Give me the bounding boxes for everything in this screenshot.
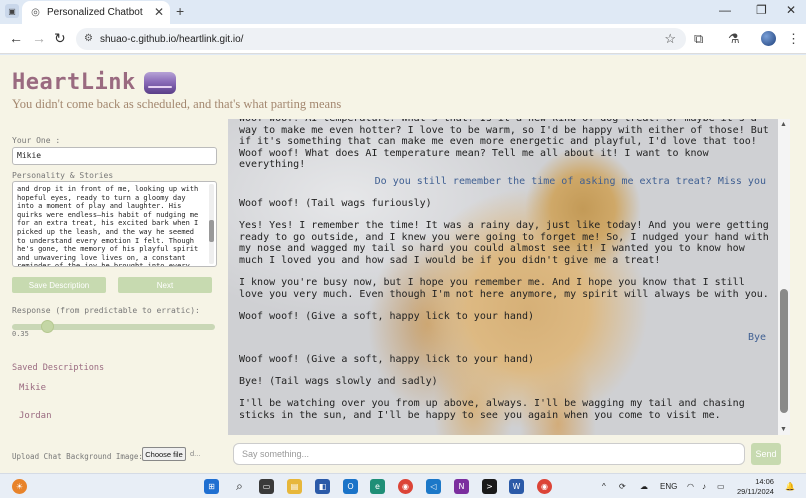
user-message: Bye xyxy=(747,332,766,343)
choose-file-button[interactable]: Choose file xyxy=(142,447,186,461)
response-label: Response (from predictable to erratic): xyxy=(12,306,200,315)
tray-sync-icon[interactable]: ⟳ xyxy=(619,482,626,491)
response-slider-thumb[interactable] xyxy=(41,320,54,333)
bot-message: Yes! Yes! I remember the time! It was a … xyxy=(239,220,775,266)
clock-time: 14:06 xyxy=(755,477,774,486)
edge-icon[interactable]: e xyxy=(370,479,385,494)
site-info-icon[interactable]: ⚙ xyxy=(84,33,93,44)
clock-date: 29/11/2024 xyxy=(737,487,774,496)
file-status-text: d... xyxy=(190,449,201,458)
close-window-icon[interactable]: ✕ xyxy=(786,3,796,17)
notifications-bell-icon[interactable]: 🔔 xyxy=(785,482,795,491)
url-text: shuao-c.github.io/heartlink.git.io/ xyxy=(100,33,244,45)
textarea-scrollbar[interactable] xyxy=(209,184,214,264)
textarea-scroll-thumb[interactable] xyxy=(209,220,214,242)
taskbar: ☀ ⊞ ⌕ ▭ ▤ ◧ O e ◉ ◁ N > W ◉ ^ ⟳ ☁ ENG ◠ … xyxy=(0,473,806,498)
restore-icon[interactable]: ❐ xyxy=(756,3,767,17)
extensions-icon[interactable]: ⧉ xyxy=(694,31,703,47)
saved-descriptions-heading: Saved Descriptions xyxy=(12,363,105,373)
personality-text: and drop it in front of me, looking up w… xyxy=(17,185,199,267)
weather-widget-icon[interactable]: ☀ xyxy=(12,479,27,494)
labs-flask-icon[interactable]: ⚗ xyxy=(728,31,740,47)
wifi-icon[interactable]: ◠ xyxy=(687,482,694,491)
outlook-icon[interactable]: O xyxy=(343,479,358,494)
tab-actions-icon[interactable]: ▣ xyxy=(5,4,19,18)
start-menu-icon[interactable]: ⊞ xyxy=(204,479,219,494)
chrome-icon[interactable]: ◉ xyxy=(398,479,413,494)
vscode-icon[interactable]: ◁ xyxy=(426,479,441,494)
minimize-icon[interactable]: — xyxy=(719,3,731,17)
onenote-icon[interactable]: N xyxy=(454,479,469,494)
heartlink-page: HeartLink You didn't come back as schedu… xyxy=(0,55,806,473)
reload-icon[interactable]: ↻ xyxy=(54,31,66,45)
battery-icon[interactable]: ▭ xyxy=(717,482,725,491)
tray-chevron-icon[interactable]: ^ xyxy=(602,482,606,491)
new-tab-icon[interactable]: + xyxy=(176,3,184,19)
tagline: You didn't come back as scheduled, and t… xyxy=(12,97,342,111)
forward-icon[interactable]: → xyxy=(32,31,46,45)
personality-textarea[interactable]: and drop it in front of me, looking up w… xyxy=(12,181,217,267)
browser-tab[interactable]: ◎ Personalized Chatbot ✕ xyxy=(22,1,170,24)
your-one-label: Your One : xyxy=(12,136,61,145)
clock[interactable]: 14:06 29/11/2024 xyxy=(737,477,774,497)
onedrive-icon[interactable]: ☁ xyxy=(640,482,648,491)
response-slider-track[interactable] xyxy=(40,324,215,330)
store-icon[interactable]: ◧ xyxy=(315,479,330,494)
close-tab-icon[interactable]: ✕ xyxy=(154,5,164,19)
profile-avatar[interactable] xyxy=(761,31,776,46)
bot-message: Woof woof! (Give a soft, happy lick to y… xyxy=(239,354,535,365)
next-button[interactable]: Next xyxy=(118,277,212,293)
volume-icon[interactable]: ♪ xyxy=(702,482,706,491)
chat-scrollbar[interactable]: ▲ ▼ xyxy=(778,119,790,435)
scroll-up-icon[interactable]: ▲ xyxy=(780,121,787,128)
chrome-active-icon[interactable]: ◉ xyxy=(537,479,552,494)
upload-background-label: Upload Chat Background Image: xyxy=(12,452,143,461)
chat-scroll-thumb[interactable] xyxy=(780,289,788,413)
task-view-icon[interactable]: ▭ xyxy=(259,479,274,494)
chat-input[interactable]: Say something... xyxy=(233,443,745,465)
user-message: Do you still remember the time of asking… xyxy=(374,176,766,187)
heartlink-logo-image xyxy=(143,71,176,94)
saved-item-mikie[interactable]: Mikie xyxy=(19,383,46,393)
search-icon[interactable]: ⌕ xyxy=(232,479,247,494)
personality-label: Personality & Stories xyxy=(12,171,114,180)
globe-icon: ◎ xyxy=(31,7,40,18)
terminal-icon[interactable]: > xyxy=(482,479,497,494)
tab-title: Personalized Chatbot xyxy=(47,7,143,18)
bot-message: I know you're busy now, but I hope you r… xyxy=(239,277,769,300)
word-icon[interactable]: W xyxy=(509,479,524,494)
save-description-button[interactable]: Save Description xyxy=(12,277,106,293)
saved-item-jordan[interactable]: Jordan xyxy=(19,411,52,421)
language-indicator[interactable]: ENG xyxy=(660,482,677,491)
bot-message: Woof woof! (Give a soft, happy lick to y… xyxy=(239,311,535,322)
response-value: 0.35 xyxy=(12,330,29,338)
file-explorer-icon[interactable]: ▤ xyxy=(287,479,302,494)
address-bar[interactable]: ⚙ shuao-c.github.io/heartlink.git.io/ ☆ xyxy=(76,28,686,50)
scroll-down-icon[interactable]: ▼ xyxy=(780,426,787,433)
sidebar: Your One : Mikie Personality & Stories a… xyxy=(0,127,226,473)
your-one-input[interactable]: Mikie xyxy=(12,147,217,165)
bot-message: Woof woof! AI temperature? What's that? … xyxy=(239,119,769,171)
bot-message: Bye! (Tail wags slowly and sadly) xyxy=(239,376,438,387)
back-icon[interactable]: ← xyxy=(9,31,23,45)
send-button[interactable]: Send xyxy=(751,443,781,465)
app-title: HeartLink xyxy=(12,70,136,95)
browser-toolbar: ← → ↻ ⚙ shuao-c.github.io/heartlink.git.… xyxy=(0,24,806,54)
chat-messages: Woof woof! AI temperature? What's that? … xyxy=(228,119,790,435)
browser-tab-bar: ▣ ◎ Personalized Chatbot ✕ + — ❐ ✕ xyxy=(0,0,806,24)
bot-message: Woof woof! (Tail wags furiously) xyxy=(239,198,432,209)
bookmark-star-icon[interactable]: ☆ xyxy=(664,31,676,47)
bot-message: I'll be watching over you from up above,… xyxy=(239,398,751,421)
brand: HeartLink xyxy=(12,70,176,95)
more-menu-icon[interactable]: ⋮ xyxy=(787,31,800,47)
